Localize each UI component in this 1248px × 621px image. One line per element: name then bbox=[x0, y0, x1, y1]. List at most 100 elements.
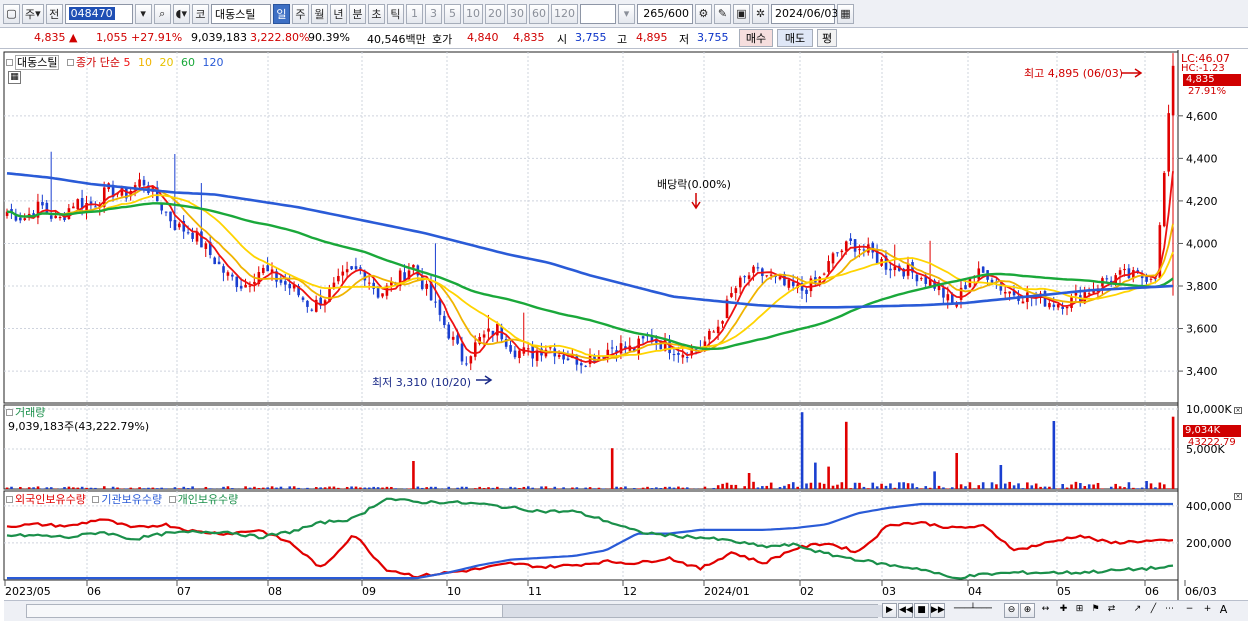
crosshair-icon[interactable]: ✚ bbox=[1056, 603, 1071, 618]
interval-3[interactable]: 3 bbox=[424, 3, 442, 24]
date-input[interactable]: 2024/06/03 bbox=[770, 3, 838, 24]
volume-bar bbox=[778, 487, 782, 489]
volume-bar bbox=[637, 488, 640, 489]
line-tool-icon[interactable]: ╱ bbox=[1146, 603, 1161, 618]
candle-body bbox=[217, 261, 221, 265]
volume-bar bbox=[1162, 484, 1166, 489]
average-button[interactable]: 평 bbox=[817, 29, 837, 47]
zoom-in-icon[interactable]: ⊕ bbox=[1020, 603, 1035, 618]
candle-body bbox=[822, 273, 826, 275]
code-dropdown[interactable]: ▾ bbox=[134, 3, 152, 24]
x-tick-label: 11 bbox=[528, 585, 542, 598]
reset-button[interactable]: A bbox=[1216, 603, 1231, 618]
search-icon[interactable]: ⌕ bbox=[153, 3, 171, 24]
tab-monthly[interactable]: 월 bbox=[310, 3, 328, 24]
calendar-icon[interactable]: ▦ bbox=[836, 3, 854, 24]
axis-tool-icon[interactable]: ↔ bbox=[1038, 603, 1053, 618]
volume-bar bbox=[632, 488, 636, 489]
candle-body bbox=[964, 285, 967, 290]
tab-second[interactable]: 초 bbox=[367, 3, 385, 24]
legend-box-icon[interactable] bbox=[6, 409, 13, 416]
forward-icon[interactable]: ▶▶ bbox=[930, 603, 945, 618]
stock-code-input[interactable]: 048470 bbox=[64, 3, 133, 24]
legend-box-icon[interactable] bbox=[6, 59, 13, 66]
x-tick-label: 02 bbox=[800, 585, 814, 598]
candle-body bbox=[261, 267, 265, 274]
low-price: 3,755 bbox=[697, 31, 729, 44]
price-box: 4,835 bbox=[1183, 74, 1241, 86]
volume-bar bbox=[822, 483, 826, 489]
volume-bar bbox=[416, 486, 420, 489]
tab-minute[interactable]: 분 bbox=[348, 3, 366, 24]
grid-toggle-icon[interactable]: ▦ bbox=[8, 71, 21, 84]
volume-bar bbox=[94, 487, 97, 489]
arrow-tool-icon[interactable]: ↗ bbox=[1130, 603, 1145, 618]
scroll-thumb[interactable] bbox=[502, 605, 882, 617]
legend-box-icon[interactable] bbox=[66, 59, 74, 66]
interval-60[interactable]: 60 bbox=[528, 3, 549, 24]
tab-tick[interactable]: 틱 bbox=[386, 3, 404, 24]
close-icon[interactable]: × bbox=[1234, 493, 1242, 500]
gear-icon[interactable]: ✲ bbox=[751, 3, 769, 24]
interval-30[interactable]: 30 bbox=[506, 3, 527, 24]
candle-body bbox=[738, 277, 742, 288]
volume-bar bbox=[275, 487, 278, 489]
draw-tool-icon[interactable]: ✎ bbox=[713, 3, 731, 24]
horizontal-scrollbar[interactable] bbox=[26, 604, 882, 618]
window-icon[interactable]: ▢ bbox=[3, 3, 20, 24]
volume-bar bbox=[756, 487, 760, 489]
tab-daily[interactable]: 일 bbox=[272, 3, 290, 24]
stock-name-field[interactable]: 대동스틸 bbox=[210, 3, 271, 24]
close-icon[interactable]: × bbox=[1234, 407, 1242, 414]
legend-box-icon[interactable] bbox=[6, 496, 13, 503]
buy-button[interactable]: 매수 bbox=[739, 29, 773, 47]
expand-icon[interactable]: ⇄ bbox=[1104, 603, 1119, 618]
volume-bar bbox=[641, 487, 645, 489]
volume-bar bbox=[765, 485, 769, 489]
rewind-icon[interactable]: ◀◀ bbox=[898, 603, 913, 618]
stop-icon[interactable]: ■ bbox=[914, 603, 929, 618]
candle-body bbox=[367, 282, 371, 284]
flag-icon[interactable]: ⚑ bbox=[1088, 603, 1103, 618]
sell-button[interactable]: 매도 bbox=[777, 29, 813, 47]
grid-icon[interactable]: ⊞ bbox=[1072, 603, 1087, 618]
candle-body bbox=[164, 211, 168, 213]
candle-body bbox=[1056, 304, 1060, 308]
chart-settings-icon[interactable]: ⚙ bbox=[694, 3, 712, 24]
prev-button[interactable]: 전 bbox=[45, 3, 63, 24]
custom-interval-input[interactable] bbox=[579, 3, 616, 24]
candle-body bbox=[186, 232, 190, 234]
price-info-bar: 4,835 ▲ 1,055 +27.91% 9,039,183 3,222.80… bbox=[0, 28, 1248, 49]
legend-box-icon[interactable] bbox=[168, 496, 176, 503]
candle-body bbox=[244, 284, 247, 288]
zoom-slider[interactable]: ───┴─── bbox=[948, 603, 998, 618]
volume-bar bbox=[390, 486, 393, 489]
interval-5[interactable]: 5 bbox=[443, 3, 461, 24]
legend-box-icon[interactable] bbox=[92, 496, 100, 503]
volume-bar bbox=[125, 488, 128, 489]
scale-down-icon[interactable]: − bbox=[1182, 603, 1197, 618]
scale-up-icon[interactable]: + bbox=[1200, 603, 1215, 618]
volume-bar bbox=[270, 486, 274, 489]
candle-body bbox=[685, 357, 689, 359]
price-chart[interactable]: 2023/05 06 07 08 09 10 11 12 2024/01 02 03 04 05 06 06… bbox=[0, 50, 1248, 600]
tab-weekly[interactable]: 주 bbox=[291, 3, 309, 24]
volume-value: 9,039,183주(43,222.79%) bbox=[8, 420, 150, 433]
more-icon[interactable]: ⋯ bbox=[1162, 603, 1177, 618]
zoom-out-icon[interactable]: ⊖ bbox=[1004, 603, 1019, 618]
speaker-icon[interactable]: ◖▾ bbox=[172, 3, 190, 24]
interval-10[interactable]: 10 bbox=[462, 3, 483, 24]
tab-yearly[interactable]: 년 bbox=[329, 3, 347, 24]
period-select[interactable]: 주 ▾ bbox=[22, 3, 44, 24]
candle-body bbox=[1021, 301, 1025, 304]
volume-bar bbox=[319, 487, 322, 489]
interval-1[interactable]: 1 bbox=[405, 3, 423, 24]
market-button[interactable]: 코 bbox=[191, 3, 209, 24]
interval-120[interactable]: 120 bbox=[550, 3, 578, 24]
y-tick-label: 4,400 bbox=[1186, 152, 1218, 165]
play-icon[interactable]: ▶ bbox=[882, 603, 897, 618]
count-field[interactable]: 265/600 bbox=[636, 3, 693, 24]
interval-20[interactable]: 20 bbox=[484, 3, 505, 24]
save-icon[interactable]: ▣ bbox=[732, 3, 750, 24]
custom-interval-dropdown[interactable]: ▾ bbox=[617, 3, 635, 24]
